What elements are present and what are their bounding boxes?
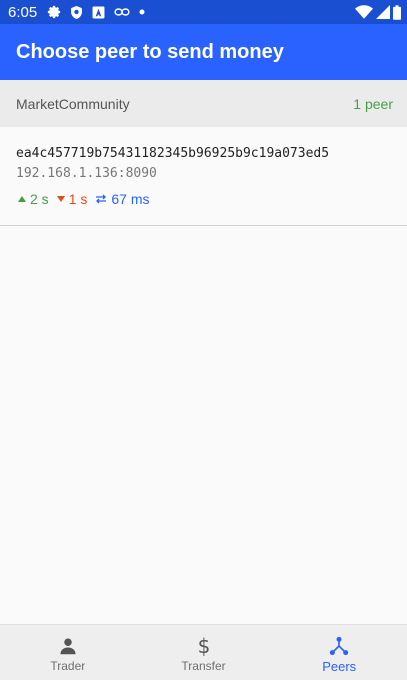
nav-transfer-label: Transfer xyxy=(181,659,226,673)
nav-peers[interactable]: Peers xyxy=(271,625,407,680)
battery-icon xyxy=(393,4,401,20)
signal-icon xyxy=(376,5,390,19)
status-notification-icons xyxy=(47,5,145,20)
status-system-icons xyxy=(355,4,401,20)
community-name: MarketCommunity xyxy=(16,95,130,112)
nav-trader[interactable]: Trader xyxy=(0,625,136,680)
peer-stats: 2 s 1 s 67 ms xyxy=(18,191,158,207)
page-title: Choose peer to send money xyxy=(16,40,284,63)
last-received-value: 1 s xyxy=(68,191,88,207)
last-sent-stat: 2 s xyxy=(18,191,49,207)
peers-network-icon xyxy=(329,635,349,657)
ping-stat: 67 ms xyxy=(95,191,150,207)
arrow-down-icon xyxy=(56,196,65,202)
last-sent-value: 2 s xyxy=(30,191,49,207)
bottom-navigation: Trader $ Transfer Peers xyxy=(0,624,407,680)
dot-icon xyxy=(139,9,145,15)
svg-text:$: $ xyxy=(197,635,210,657)
nav-transfer[interactable]: $ Transfer xyxy=(136,625,272,680)
shield-icon xyxy=(71,5,83,19)
app-bar: Choose peer to send money xyxy=(0,24,407,80)
peer-list-item[interactable]: ea4c457719b75431182345b96925b9c19a073ed5… xyxy=(0,127,407,226)
swap-arrows-icon xyxy=(96,194,107,204)
status-bar: 6:05 xyxy=(0,0,407,24)
community-header: MarketCommunity 1 peer xyxy=(0,80,407,127)
wifi-icon xyxy=(355,5,373,19)
person-icon xyxy=(59,635,77,657)
peer-count: 1 peer xyxy=(353,95,393,112)
ping-value: 67 ms xyxy=(111,191,150,207)
link-icon xyxy=(114,8,130,16)
peer-public-key: ea4c457719b75431182345b96925b9c19a073ed5 xyxy=(16,146,330,161)
arrow-up-icon xyxy=(18,196,26,202)
peer-address: 192.168.1.136:8090 xyxy=(16,166,157,181)
nav-trader-label: Trader xyxy=(50,659,86,673)
dollar-icon: $ xyxy=(197,635,211,657)
a-badge-icon xyxy=(92,6,105,18)
last-received-stat: 1 s xyxy=(56,191,88,207)
status-time: 6:05 xyxy=(8,3,38,21)
nav-peers-label: Peers xyxy=(322,659,357,674)
gear-icon xyxy=(48,5,61,19)
